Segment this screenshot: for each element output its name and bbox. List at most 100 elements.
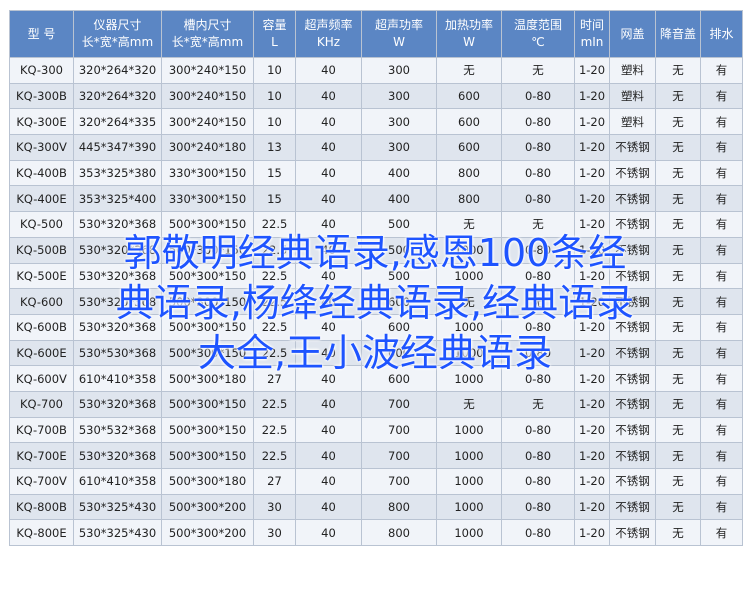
table-cell: 22.5 [253, 262, 296, 290]
column-header-unit: L [271, 35, 278, 49]
table-cell: 530*320*368 [73, 313, 162, 341]
table-cell: 500*300*150 [161, 339, 254, 367]
table-cell: 无 [655, 108, 701, 136]
table-cell: 700 [361, 442, 437, 469]
table-cell: 40 [295, 82, 362, 110]
table-cell: 700 [361, 390, 437, 418]
table-cell: 0-80 [501, 442, 575, 469]
table-cell: 有 [700, 185, 743, 213]
table-cell: 1-20 [574, 339, 610, 367]
column-header: 槽内尺寸 长*宽*高mm [161, 10, 254, 58]
column-header: 排水 [700, 10, 743, 58]
table-cell: 1000 [436, 313, 502, 341]
table-cell: 无 [655, 313, 701, 341]
table-cell: 无 [655, 236, 701, 264]
column-header: 容量 L [253, 10, 296, 58]
table-row: KQ-500B 530*320*368 500*300*150 22.5 40 500 10… [9, 236, 743, 264]
table-cell: 不锈钢 [609, 468, 656, 495]
table-cell: 1000 [436, 365, 502, 392]
table-cell: 530*532*368 [73, 416, 162, 444]
table-cell: 无 [655, 185, 701, 213]
table-cell: 530*320*368 [73, 390, 162, 418]
table-cell: 600 [361, 313, 437, 341]
table-cell: 不锈钢 [609, 288, 656, 315]
table-cell: 0-80 [501, 493, 575, 521]
table-cell: 0-80 [501, 134, 575, 161]
table-cell: 1-20 [574, 134, 610, 161]
table-cell: 无 [655, 416, 701, 444]
table-cell: 无 [655, 82, 701, 110]
table-cell: 10 [253, 82, 296, 110]
table-cell: 800 [436, 185, 502, 213]
table-cell: 800 [436, 159, 502, 187]
header-row: 型 号仪器尺寸 长*宽*高mm 槽内尺寸 长*宽*高mm 容量 L 超声频率 KHz 超声功率 W… [9, 10, 743, 58]
table-cell: 40 [295, 211, 362, 238]
table-cell: 500*300*200 [161, 493, 254, 521]
table-cell: 530*320*368 [73, 211, 162, 238]
table-cell: 353*325*380 [73, 159, 162, 187]
table-row: KQ-300E 320*264*335 300*240*150 10 40 300 600 0… [9, 108, 743, 136]
table-cell: 600 [436, 82, 502, 110]
table-cell: KQ-400B [9, 159, 74, 187]
table-cell: 10 [253, 57, 296, 84]
table-cell: 1-20 [574, 365, 610, 392]
table-cell: 有 [700, 159, 743, 187]
table-cell: 320*264*320 [73, 82, 162, 110]
table-cell: 塑料 [609, 108, 656, 136]
table-cell: 500 [361, 211, 437, 238]
table-cell: 400 [361, 159, 437, 187]
column-header-unit: 长*宽*高mm [171, 35, 244, 49]
table-cell: 无 [655, 57, 701, 84]
table-cell: 1-20 [574, 236, 610, 264]
table-cell: KQ-700V [9, 468, 74, 495]
table-cell: 530*530*368 [73, 339, 162, 367]
table-row: KQ-700B 530*532*368 500*300*150 22.5 40 700 10… [9, 416, 743, 444]
table-cell: 27 [253, 468, 296, 495]
table-cell: 40 [295, 185, 362, 213]
column-header-label: 加热功率 [444, 18, 493, 32]
table-cell: 10 [253, 108, 296, 136]
table-cell: 无 [501, 288, 575, 315]
column-header: 降音盖 [655, 10, 701, 58]
table-cell: 320*264*320 [73, 57, 162, 84]
table-cell: 40 [295, 339, 362, 367]
table-row: KQ-400E 353*325*400 330*300*150 15 40 400 800 0… [9, 185, 743, 213]
table-cell: 40 [295, 288, 362, 315]
table-cell: 300 [361, 82, 437, 110]
table-cell: 530*320*368 [73, 236, 162, 264]
table-cell: KQ-500 [9, 211, 74, 238]
table-cell: 22.5 [253, 416, 296, 444]
table-cell: 530*325*430 [73, 519, 162, 547]
table-cell: 500*300*150 [161, 288, 254, 315]
table-cell: 有 [700, 519, 743, 547]
table-cell: 不锈钢 [609, 390, 656, 418]
table-cell: 330*300*150 [161, 159, 254, 187]
table-cell: 500*300*150 [161, 211, 254, 238]
table-cell: 40 [295, 493, 362, 521]
table-cell: 不锈钢 [609, 339, 656, 367]
table-cell: 有 [700, 262, 743, 290]
table-cell: 800 [361, 519, 437, 547]
table-cell: 500*300*200 [161, 519, 254, 547]
table-cell: 1-20 [574, 493, 610, 521]
column-header-label: 排水 [709, 26, 734, 41]
table-cell: 0-80 [501, 108, 575, 136]
table-cell: 610*410*358 [73, 365, 162, 392]
table-cell: 500*300*180 [161, 468, 254, 495]
table-cell: 22.5 [253, 313, 296, 341]
table-cell: 15 [253, 159, 296, 187]
table-cell: 300*240*150 [161, 82, 254, 110]
table-cell: 1000 [436, 339, 502, 367]
table-cell: 1000 [436, 468, 502, 495]
table-cell: 600 [436, 108, 502, 136]
table-cell: KQ-500E [9, 262, 74, 290]
table-cell: 有 [700, 211, 743, 238]
table-cell: 40 [295, 468, 362, 495]
table-cell: 1000 [436, 262, 502, 290]
table-cell: 445*347*390 [73, 134, 162, 161]
table-cell: 1-20 [574, 262, 610, 290]
column-header: 型 号 [9, 10, 74, 58]
table-cell: KQ-400E [9, 185, 74, 213]
table-cell: KQ-800B [9, 493, 74, 521]
table-cell: 1000 [436, 519, 502, 547]
